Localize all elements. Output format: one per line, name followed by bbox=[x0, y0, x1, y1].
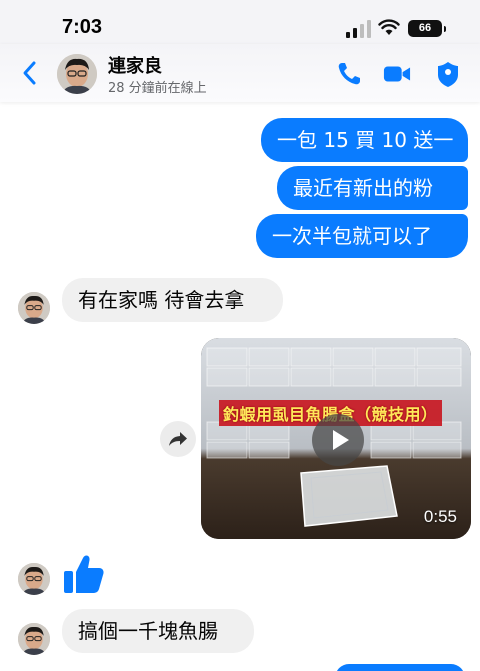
phone-icon[interactable] bbox=[335, 60, 363, 88]
contact-name[interactable]: 連家良 bbox=[108, 52, 162, 78]
share-icon bbox=[169, 432, 187, 446]
message-outgoing[interactable]: 最近有新出的粉 bbox=[277, 166, 468, 210]
battery-indicator: 66 bbox=[408, 20, 446, 37]
wifi-icon bbox=[378, 19, 400, 35]
sender-avatar[interactable] bbox=[18, 563, 50, 595]
thumbs-up-icon[interactable] bbox=[62, 552, 106, 596]
sender-avatar[interactable] bbox=[18, 292, 50, 324]
shield-icon[interactable] bbox=[434, 60, 462, 88]
share-button[interactable] bbox=[160, 421, 196, 457]
message-incoming[interactable]: 搞個一千塊魚腸 bbox=[62, 609, 254, 653]
cellular-signal-icon bbox=[346, 20, 371, 38]
message-outgoing-partial[interactable] bbox=[335, 664, 465, 671]
status-time: 7:03 bbox=[62, 16, 103, 38]
message-incoming[interactable]: 有在家嗎 待會去拿 bbox=[62, 278, 283, 322]
contact-status: 28 分鐘前在線上 bbox=[108, 81, 207, 96]
play-icon bbox=[333, 430, 349, 450]
message-outgoing[interactable]: 一次半包就可以了 bbox=[256, 214, 468, 258]
back-icon[interactable] bbox=[18, 58, 42, 88]
video-duration: 0:55 bbox=[423, 507, 457, 526]
video-message[interactable]: 釣蝦用虱目魚腸盒（競技用） 0:55 bbox=[201, 338, 471, 539]
chat-header: 連家良 28 分鐘前在線上 bbox=[0, 44, 480, 102]
contact-avatar[interactable] bbox=[57, 54, 97, 94]
sender-avatar[interactable] bbox=[18, 623, 50, 655]
video-call-icon[interactable] bbox=[383, 60, 411, 88]
play-button[interactable] bbox=[312, 414, 364, 466]
message-outgoing[interactable]: 一包 15 買 10 送一 bbox=[261, 118, 468, 162]
